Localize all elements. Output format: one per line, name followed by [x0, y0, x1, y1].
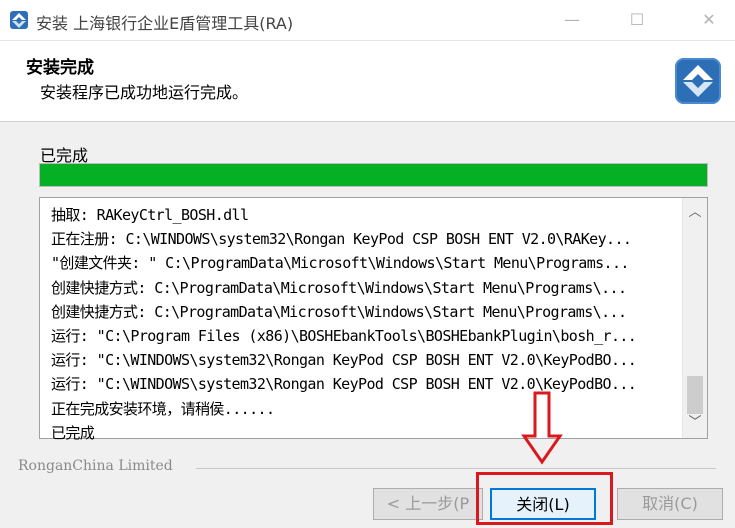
title-bar: 安装 上海银行企业E盾管理工具(RA) — ☐ ✕ [0, 0, 735, 41]
log-line: 已完成 [51, 423, 95, 442]
install-log[interactable]: 抽取: RAKeyCtrl_BOSH.dll 正在注册: C:\WINDOWS\s… [39, 197, 708, 442]
scroll-up-icon[interactable]: ︿ [683, 202, 707, 224]
log-line: 创建快捷方式: C:\ProgramData\Microsoft\Windows… [51, 278, 627, 297]
log-line: "创建文件夹: " C:\ProgramData\Microsoft\Windo… [51, 254, 629, 273]
log-line: 运行: "C:\WINDOWS\system32\Rongan KeyPod C… [51, 351, 637, 370]
progress-fill [40, 164, 707, 186]
page-title: 安装完成 [26, 58, 94, 78]
log-line: 运行: "C:\WINDOWS\system32\Rongan KeyPod C… [51, 375, 637, 394]
log-line: 创建快捷方式: C:\ProgramData\Microsoft\Windows… [51, 302, 627, 321]
back-button[interactable]: < 上一步(P [373, 488, 483, 520]
page-subtitle: 安装程序已成功地运行完成。 [40, 83, 249, 102]
log-line: 正在完成安装环境，请稍侯...... [51, 399, 275, 418]
maximize-button[interactable]: ☐ [614, 0, 660, 40]
log-line: 运行: "C:\Program Files (x86)\BOSHEbankToo… [51, 326, 637, 345]
header-panel: 安装完成 安装程序已成功地运行完成。 [0, 41, 735, 122]
scroll-down-icon[interactable]: ﹀ [683, 412, 707, 434]
cancel-button[interactable]: 取消(C) [617, 488, 723, 520]
log-line: 抽取: RAKeyCtrl_BOSH.dll [51, 206, 249, 224]
log-lines: 抽取: RAKeyCtrl_BOSH.dll 正在注册: C:\WINDOWS\s… [51, 203, 676, 445]
scroll-thumb[interactable] [687, 376, 703, 414]
progress-bar [39, 163, 708, 187]
down-arrow-icon [521, 391, 563, 465]
highlight-box [476, 472, 613, 525]
close-window-button[interactable]: ✕ [686, 0, 732, 40]
installer-logo-icon [675, 58, 721, 104]
minimize-button[interactable]: — [549, 0, 595, 40]
log-line: 正在注册: C:\WINDOWS\system32\Rongan KeyPod … [51, 230, 632, 249]
company-label: RonganChina Limited [18, 458, 173, 474]
log-scrollbar[interactable]: ︿ ﹀ [682, 198, 707, 438]
window-title: 安装 上海银行企业E盾管理工具(RA) [36, 14, 294, 33]
installer-app-icon [10, 11, 28, 29]
footer-divider [196, 468, 716, 469]
